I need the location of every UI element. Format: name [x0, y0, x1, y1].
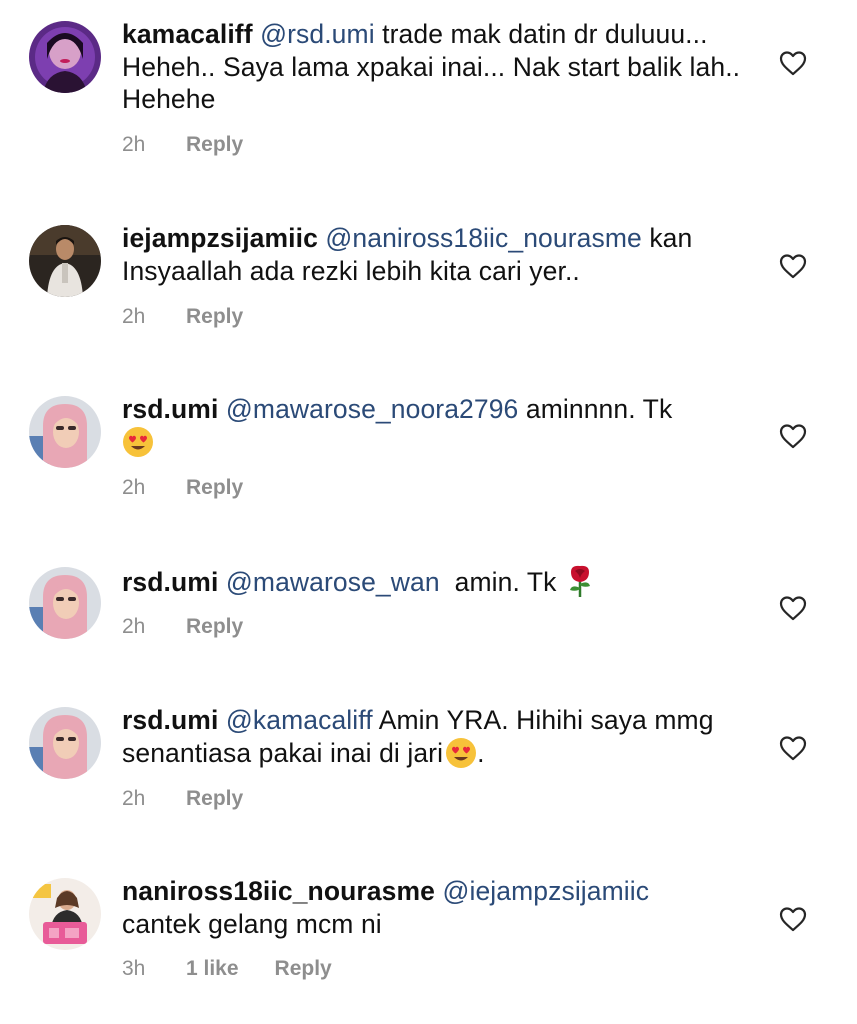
avatar[interactable]	[29, 567, 101, 639]
comment-text: naniross18iic_nourasme @iejampzsijamiic …	[122, 875, 742, 940]
comment-item: kamacaliff @rsd.umi trade mak datin dr d…	[0, 0, 857, 175]
rose-emoji	[566, 564, 594, 598]
comment-meta: 2h Reply	[122, 133, 243, 157]
comment-body: cantek gelang mcm ni	[122, 908, 382, 939]
comment-meta: 2h Reply	[122, 787, 243, 811]
reply-button[interactable]: Reply	[186, 305, 243, 328]
comment-meta: 2h Reply	[122, 305, 243, 329]
comment-item: iejampzsijamiic @naniross18iic_nourasme …	[0, 175, 857, 350]
reply-button[interactable]: Reply	[186, 133, 243, 156]
comment-username[interactable]: rsd.umi	[122, 705, 218, 735]
comment-body-end: .	[477, 737, 485, 768]
comment-time: 2h	[122, 615, 146, 638]
comment-username[interactable]: iejampzsijamiic	[122, 223, 318, 253]
avatar[interactable]	[29, 21, 101, 93]
comment-mention[interactable]: @iejampzsijamiic	[442, 876, 649, 906]
reply-button[interactable]: Reply	[275, 957, 332, 980]
comment-time: 3h	[122, 957, 146, 980]
comment-text: kamacaliff @rsd.umi trade mak datin dr d…	[122, 18, 742, 116]
heart-outline-icon[interactable]	[777, 250, 809, 282]
comment-item: rsd.umi @kamacaliff Amin YRA. Hihihi say…	[0, 690, 857, 860]
comment-time: 2h	[122, 476, 146, 499]
comment-mention[interactable]: @mawarose_noora2796	[226, 394, 519, 424]
heart-outline-icon[interactable]	[777, 903, 809, 935]
avatar[interactable]	[29, 878, 101, 950]
reply-button[interactable]: Reply	[186, 476, 243, 499]
comment-time: 2h	[122, 787, 146, 810]
reply-button[interactable]: Reply	[186, 787, 243, 810]
comment-text: rsd.umi @kamacaliff Amin YRA. Hihihi say…	[122, 704, 742, 769]
comment-username[interactable]: rsd.umi	[122, 567, 218, 597]
heart-eyes-emoji	[445, 737, 477, 769]
heart-outline-icon[interactable]	[777, 732, 809, 764]
comment-username[interactable]: naniross18iic_nourasme	[122, 876, 435, 906]
heart-eyes-emoji	[122, 426, 154, 458]
comment-item: rsd.umi @mawarose_wan amin. Tk 2h Reply	[0, 520, 857, 690]
comment-item: naniross18iic_nourasme @iejampzsijamiic …	[0, 860, 857, 1024]
comment-text: rsd.umi @mawarose_wan amin. Tk	[122, 564, 742, 599]
comment-username[interactable]: rsd.umi	[122, 394, 218, 424]
avatar[interactable]	[29, 707, 101, 779]
reply-button[interactable]: Reply	[186, 615, 243, 638]
avatar[interactable]	[29, 225, 101, 297]
comment-item: rsd.umi @mawarose_noora2796 aminnnn. Tk …	[0, 350, 857, 520]
comment-meta: 2h Reply	[122, 615, 243, 639]
comment-mention[interactable]: @naniross18iic_nourasme	[325, 223, 641, 253]
comment-body: amin. Tk	[439, 567, 564, 597]
comment-text: rsd.umi @mawarose_noora2796 aminnnn. Tk	[122, 393, 742, 458]
comment-meta: 2h Reply	[122, 476, 243, 500]
heart-outline-icon[interactable]	[777, 592, 809, 624]
comment-text: iejampzsijamiic @naniross18iic_nourasme …	[122, 222, 742, 287]
heart-outline-icon[interactable]	[777, 420, 809, 452]
likes-count[interactable]: 1 like	[186, 957, 239, 981]
comment-body: aminnnn. Tk	[518, 394, 673, 424]
comment-username[interactable]: kamacaliff	[122, 19, 253, 49]
comment-mention[interactable]: @kamacaliff	[226, 705, 373, 735]
avatar[interactable]	[29, 396, 101, 468]
comment-mention[interactable]: @rsd.umi	[260, 19, 375, 49]
comment-mention[interactable]: @mawarose_wan	[226, 567, 440, 597]
comment-time: 2h	[122, 133, 146, 156]
comment-meta: 3h 1 like Reply	[122, 957, 332, 981]
comment-time: 2h	[122, 305, 146, 328]
heart-outline-icon[interactable]	[777, 47, 809, 79]
